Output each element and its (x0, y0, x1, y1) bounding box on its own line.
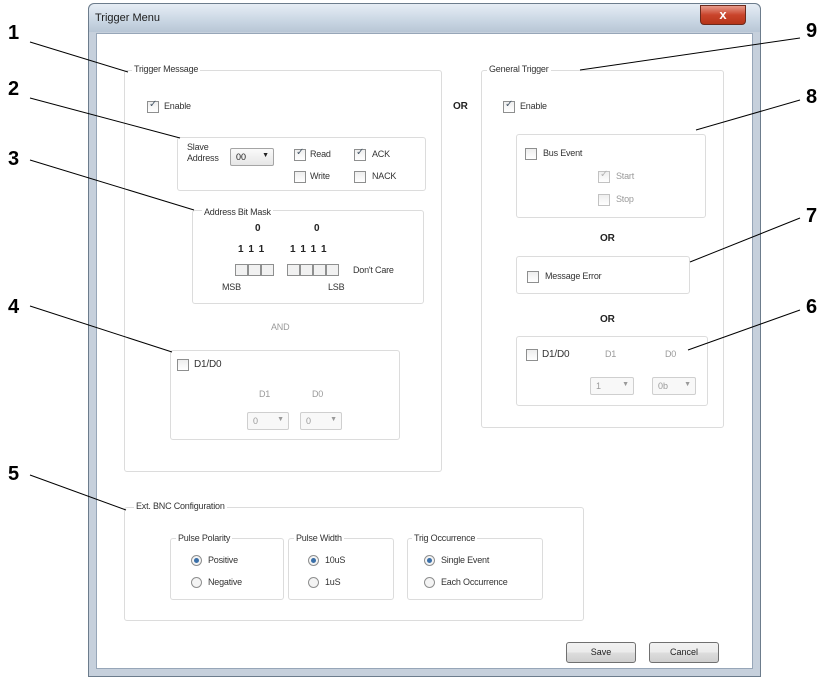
callout-line-4 (29, 305, 173, 353)
callout-number-2: 2 (8, 78, 20, 100)
callout-number-3: 3 (8, 148, 20, 170)
callout-number-7: 7 (806, 205, 818, 227)
callout-line-8 (695, 99, 801, 131)
callout-line-2 (29, 97, 181, 139)
callout-line-9 (579, 37, 801, 71)
callout-number-8: 8 (806, 86, 818, 108)
callout-number-9: 9 (806, 20, 818, 42)
callout-lines (29, 37, 801, 511)
callout-number-4: 4 (8, 296, 20, 318)
callout-line-6 (687, 309, 801, 351)
callout-line-5 (29, 474, 127, 511)
callout-number-1: 1 (8, 22, 20, 44)
callout-number-5: 5 (8, 463, 20, 485)
callout-line-7 (689, 217, 801, 263)
callout-number-6: 6 (806, 296, 818, 318)
callout-line-3 (29, 159, 195, 211)
callout-line-1 (29, 41, 129, 73)
